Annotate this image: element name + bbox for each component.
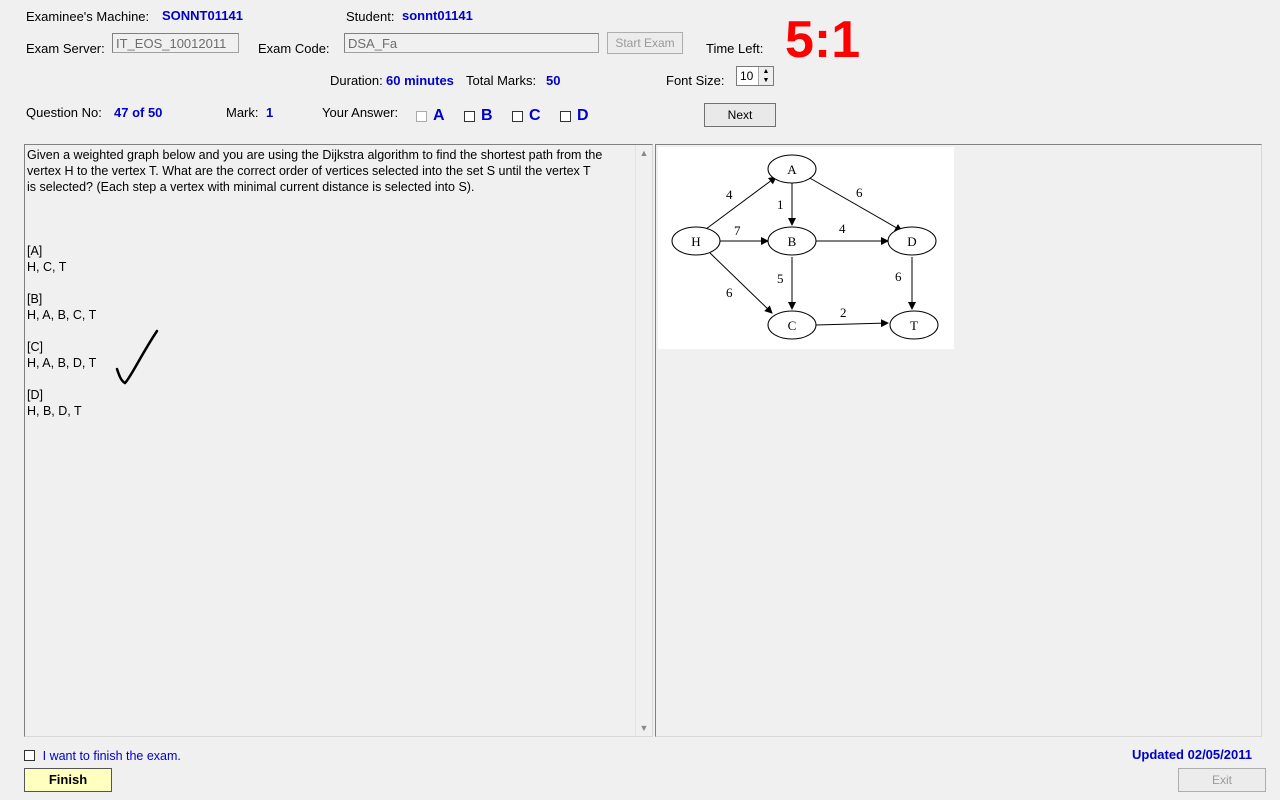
node-h-label: H: [691, 234, 700, 249]
next-button[interactable]: Next: [704, 103, 776, 127]
question-line-1: Given a weighted graph below and you are…: [27, 148, 603, 162]
option-a-text: H, C, T: [27, 260, 67, 274]
answer-a-checkbox[interactable]: [416, 110, 427, 122]
answer-b-letter: B: [481, 107, 493, 124]
node-b-label: B: [788, 234, 797, 249]
finish-button[interactable]: Finish: [24, 768, 112, 792]
node-t-label: T: [910, 318, 918, 333]
scroll-down-icon[interactable]: ▼: [636, 720, 652, 736]
edge-h-c: [709, 252, 773, 314]
time-left-value: 5:1: [785, 11, 861, 69]
student-value: sonnt01141: [402, 8, 473, 23]
mark-value: 1: [266, 105, 274, 120]
handwritten-checkmark-icon: [115, 329, 159, 385]
font-size-value: 10: [740, 69, 754, 83]
answer-c-option[interactable]: C: [512, 107, 541, 125]
option-a-key: [A]: [27, 244, 43, 258]
option-d-text: H, B, D, T: [27, 404, 82, 418]
question-no-value: 47 of 50: [114, 105, 163, 120]
updated-date: Updated 02/05/2011: [1132, 747, 1252, 762]
exam-code-field: DSA_Fa: [344, 33, 599, 53]
time-left-label: Time Left:: [706, 41, 764, 56]
node-a-label: A: [787, 162, 797, 177]
image-panel: 4 7 6 1 6 4 5 6 2 H A B C D T: [655, 144, 1262, 737]
weight-h-b: 7: [734, 223, 741, 238]
weight-a-d: 6: [856, 185, 863, 200]
graph-nodes: [671, 154, 939, 340]
weighted-graph-image: 4 7 6 1 6 4 5 6 2 H A B C D T: [658, 147, 954, 349]
weight-c-t: 2: [840, 305, 847, 320]
font-size-spinner[interactable]: 10 ▲ ▼: [736, 66, 774, 86]
weight-h-c: 6: [726, 285, 733, 300]
option-b-key: [B]: [27, 292, 43, 306]
question-panel[interactable]: Given a weighted graph below and you are…: [24, 144, 653, 737]
answer-d-letter: D: [577, 107, 589, 124]
finish-confirm-label: I want to finish the exam.: [42, 748, 181, 763]
weight-b-c: 5: [777, 271, 784, 286]
answer-a-letter: A: [433, 107, 445, 124]
duration-label: Duration:: [330, 73, 383, 88]
font-size-label: Font Size:: [666, 73, 725, 88]
answer-c-checkbox[interactable]: [512, 110, 523, 122]
machine-value: SONNT01141: [162, 8, 243, 23]
code-label: Exam Code:: [258, 41, 330, 56]
node-d-label: D: [907, 234, 916, 249]
edge-weights: 4 7 6 1 6 4 5 6 2: [726, 185, 902, 320]
start-exam-button[interactable]: Start Exam: [607, 32, 683, 54]
answer-d-checkbox[interactable]: [560, 110, 571, 122]
student-label: Student:: [346, 9, 395, 24]
answer-c-letter: C: [529, 107, 541, 124]
server-field: IT_EOS_10012011: [112, 33, 239, 53]
question-no-label: Question No:: [26, 105, 102, 120]
weight-d-t: 6: [895, 269, 902, 284]
your-answer-label: Your Answer:: [322, 105, 399, 120]
edge-a-d: [807, 176, 903, 232]
question-line-3: is selected? (Each step a vertex with mi…: [27, 180, 475, 194]
mark-label: Mark:: [226, 105, 259, 120]
question-scrollbar[interactable]: ▲ ▼: [635, 145, 652, 736]
edge-c-t: [815, 319, 889, 328]
question-line-2: vertex H to the vertex T. What are the c…: [27, 164, 591, 178]
exit-button[interactable]: Exit: [1178, 768, 1266, 792]
option-d-key: [D]: [27, 388, 43, 402]
finish-confirm-option[interactable]: I want to finish the exam.: [24, 747, 181, 763]
node-c-label: C: [788, 318, 797, 333]
total-marks-value: 50: [546, 73, 561, 88]
answer-b-option[interactable]: B: [464, 107, 493, 125]
spin-down-icon[interactable]: ▼: [758, 76, 773, 85]
scroll-up-icon[interactable]: ▲: [636, 145, 652, 161]
weight-h-a: 4: [726, 187, 733, 202]
total-marks-label: Total Marks:: [466, 73, 537, 88]
server-label: Exam Server:: [26, 41, 105, 56]
finish-confirm-checkbox[interactable]: [24, 750, 35, 762]
edge-h-a: [705, 176, 777, 230]
answer-b-checkbox[interactable]: [464, 110, 475, 122]
weight-a-b: 1: [777, 197, 784, 212]
option-b-text: H, A, B, C, T: [27, 308, 97, 322]
machine-label: Examinee's Machine:: [26, 9, 150, 24]
duration-value: 60 minutes: [386, 73, 454, 88]
answer-a-option[interactable]: A: [416, 107, 445, 125]
answer-d-option[interactable]: D: [560, 107, 589, 125]
weight-b-d: 4: [839, 221, 846, 236]
